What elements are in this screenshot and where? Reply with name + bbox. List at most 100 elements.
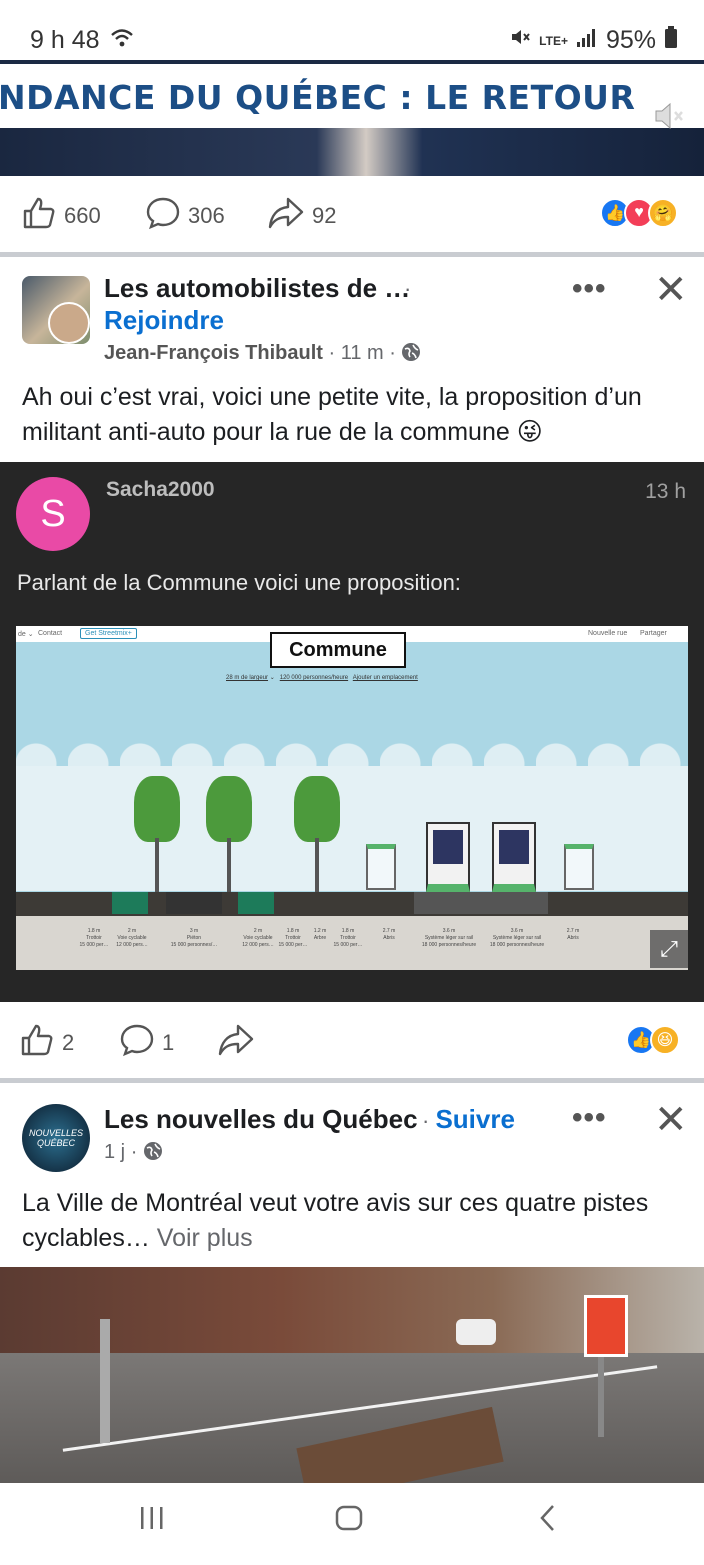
- post-time[interactable]: 11 m: [341, 342, 384, 364]
- haha-reaction-icon: 😆: [650, 1025, 680, 1055]
- separator-dot: ·: [404, 276, 412, 301]
- globe-icon: [143, 1141, 163, 1163]
- tree: [206, 776, 252, 842]
- menu-get-streetmix: Get Streetmix+: [80, 628, 137, 639]
- signal-icon: [576, 26, 598, 55]
- battery-percent: 95%: [605, 26, 656, 54]
- mute-icon: [509, 26, 531, 55]
- shelter: [366, 844, 396, 890]
- reaction-summary[interactable]: 👍 ♥ 🤗: [600, 198, 678, 228]
- separator-dot: ·: [130, 1141, 143, 1163]
- menu-new-street: Nouvelle rue: [588, 630, 628, 637]
- status-bar: 9 h 48 LTE+ 95%: [0, 0, 704, 60]
- share-arrow-icon: [218, 1023, 254, 1063]
- bike-lane: [112, 892, 148, 914]
- share-count: 92: [312, 203, 337, 228]
- expand-icon[interactable]: ⤢: [650, 930, 688, 968]
- video-banner: NDANCE DU QUÉBEC : LE RETOUR: [0, 64, 704, 128]
- see-more-link[interactable]: Voir plus: [157, 1224, 253, 1252]
- post-divider: [0, 1078, 704, 1083]
- tram: [426, 822, 470, 892]
- post-text: La Ville de Montréal veut votre avis sur…: [22, 1186, 682, 1256]
- post-meta: Jean-François Thibault · 11 m ·: [104, 342, 421, 365]
- post-actions-bar: 2 1 👍 😆: [0, 1003, 704, 1079]
- like-count: 660: [64, 203, 101, 228]
- share-button[interactable]: 92: [268, 196, 336, 236]
- post-time[interactable]: 1 j: [104, 1141, 125, 1163]
- street-title: Commune: [270, 632, 406, 668]
- shared-post-text: Parlant de la Commune voici une proposit…: [17, 570, 461, 595]
- globe-icon: [401, 342, 421, 364]
- care-reaction-icon: 🤗: [648, 198, 678, 228]
- post-actions-bar: 660 306 92 👍 ♥ 🤗: [0, 176, 704, 252]
- video-banner-text: NDANCE DU QUÉBEC : LE RETOUR: [0, 78, 636, 117]
- bike-lane: [238, 892, 274, 914]
- author-avatar[interactable]: [48, 302, 90, 344]
- tree-trunk: [315, 838, 319, 892]
- tree: [294, 776, 340, 842]
- streetmix-image[interactable]: de ⌄ Contact Get Streetmix+ Nouvelle rue…: [16, 626, 688, 970]
- post-body: La Ville de Montréal veut votre avis sur…: [22, 1189, 649, 1252]
- street-capacity: 120 000 personnes/heure: [279, 675, 349, 681]
- follow-link[interactable]: Suivre: [435, 1104, 515, 1134]
- join-group-link[interactable]: Rejoindre: [104, 305, 224, 336]
- home-icon[interactable]: [334, 1503, 364, 1541]
- like-button[interactable]: 660: [22, 196, 101, 236]
- no-parking-sign: [584, 1295, 628, 1357]
- comment-count: 306: [188, 203, 225, 228]
- street-add-location: Ajouter un emplacement: [352, 675, 418, 681]
- share-button[interactable]: [218, 1023, 254, 1063]
- group-avatar[interactable]: [22, 276, 90, 344]
- comment-count: 1: [162, 1030, 175, 1055]
- more-options-button[interactable]: •••: [572, 1101, 607, 1135]
- separator-dot: ·: [389, 342, 402, 364]
- shelter: [564, 844, 594, 890]
- sign-pole: [598, 1357, 604, 1437]
- author-name[interactable]: Jean-François Thibault: [104, 342, 323, 364]
- tram: [492, 822, 536, 892]
- like-button[interactable]: 2: [20, 1023, 74, 1063]
- recent-apps-icon[interactable]: [138, 1503, 166, 1540]
- reaction-summary[interactable]: 👍 😆: [626, 1025, 680, 1055]
- wifi-icon: [110, 26, 134, 55]
- page-avatar[interactable]: NOUVELLES QUÉBEC: [22, 1104, 90, 1172]
- page-header: Les nouvelles du Québec · Suivre: [104, 1104, 515, 1135]
- like-count: 2: [62, 1030, 75, 1055]
- video-frame: [0, 128, 704, 176]
- separator-dot: ·: [422, 1108, 436, 1133]
- more-options-button[interactable]: •••: [572, 272, 607, 306]
- comment-bubble-icon: [120, 1023, 154, 1063]
- car: [456, 1319, 496, 1345]
- tree: [134, 776, 180, 842]
- shared-author-name[interactable]: Sacha2000: [106, 478, 215, 502]
- pedestrian-lane: [166, 892, 222, 914]
- menu-share: Partager: [640, 630, 667, 637]
- tree-trunk: [227, 838, 231, 892]
- volume-muted-icon[interactable]: [652, 100, 686, 137]
- system-nav-bar: [0, 1483, 704, 1565]
- comment-bubble-icon: [146, 196, 180, 236]
- video-player[interactable]: NDANCE DU QUÉBEC : LE RETOUR: [0, 60, 704, 176]
- menu-item: de ⌄: [18, 631, 34, 638]
- back-icon[interactable]: [536, 1503, 560, 1541]
- status-time: 9 h 48: [30, 26, 100, 54]
- shared-author-avatar[interactable]: S: [16, 477, 90, 551]
- bollard: [100, 1319, 110, 1443]
- separator-dot: ·: [328, 342, 341, 364]
- post-text: Ah oui c’est vrai, voici une petite vite…: [22, 383, 642, 446]
- menu-contact: Contact: [38, 630, 63, 637]
- status-indicators: LTE+ 95%: [509, 26, 678, 55]
- close-icon[interactable]: ✕: [654, 1100, 688, 1140]
- comment-button[interactable]: 1: [120, 1023, 174, 1063]
- thumbs-up-icon: [22, 196, 56, 236]
- close-icon[interactable]: ✕: [654, 270, 688, 310]
- post-photo[interactable]: [0, 1267, 704, 1483]
- page-name[interactable]: Les nouvelles du Québec: [104, 1104, 418, 1134]
- share-arrow-icon: [268, 196, 304, 236]
- comment-button[interactable]: 306: [146, 196, 225, 236]
- post-divider: [0, 252, 704, 257]
- network-label: LTE+: [539, 33, 568, 48]
- street-section-labels: 1.8 m Trottoir 15 000 per… 2 m Voie cyclabl…: [16, 916, 688, 970]
- thumbs-up-icon: [20, 1023, 54, 1063]
- group-name[interactable]: Les automobilistes de …: [104, 273, 410, 304]
